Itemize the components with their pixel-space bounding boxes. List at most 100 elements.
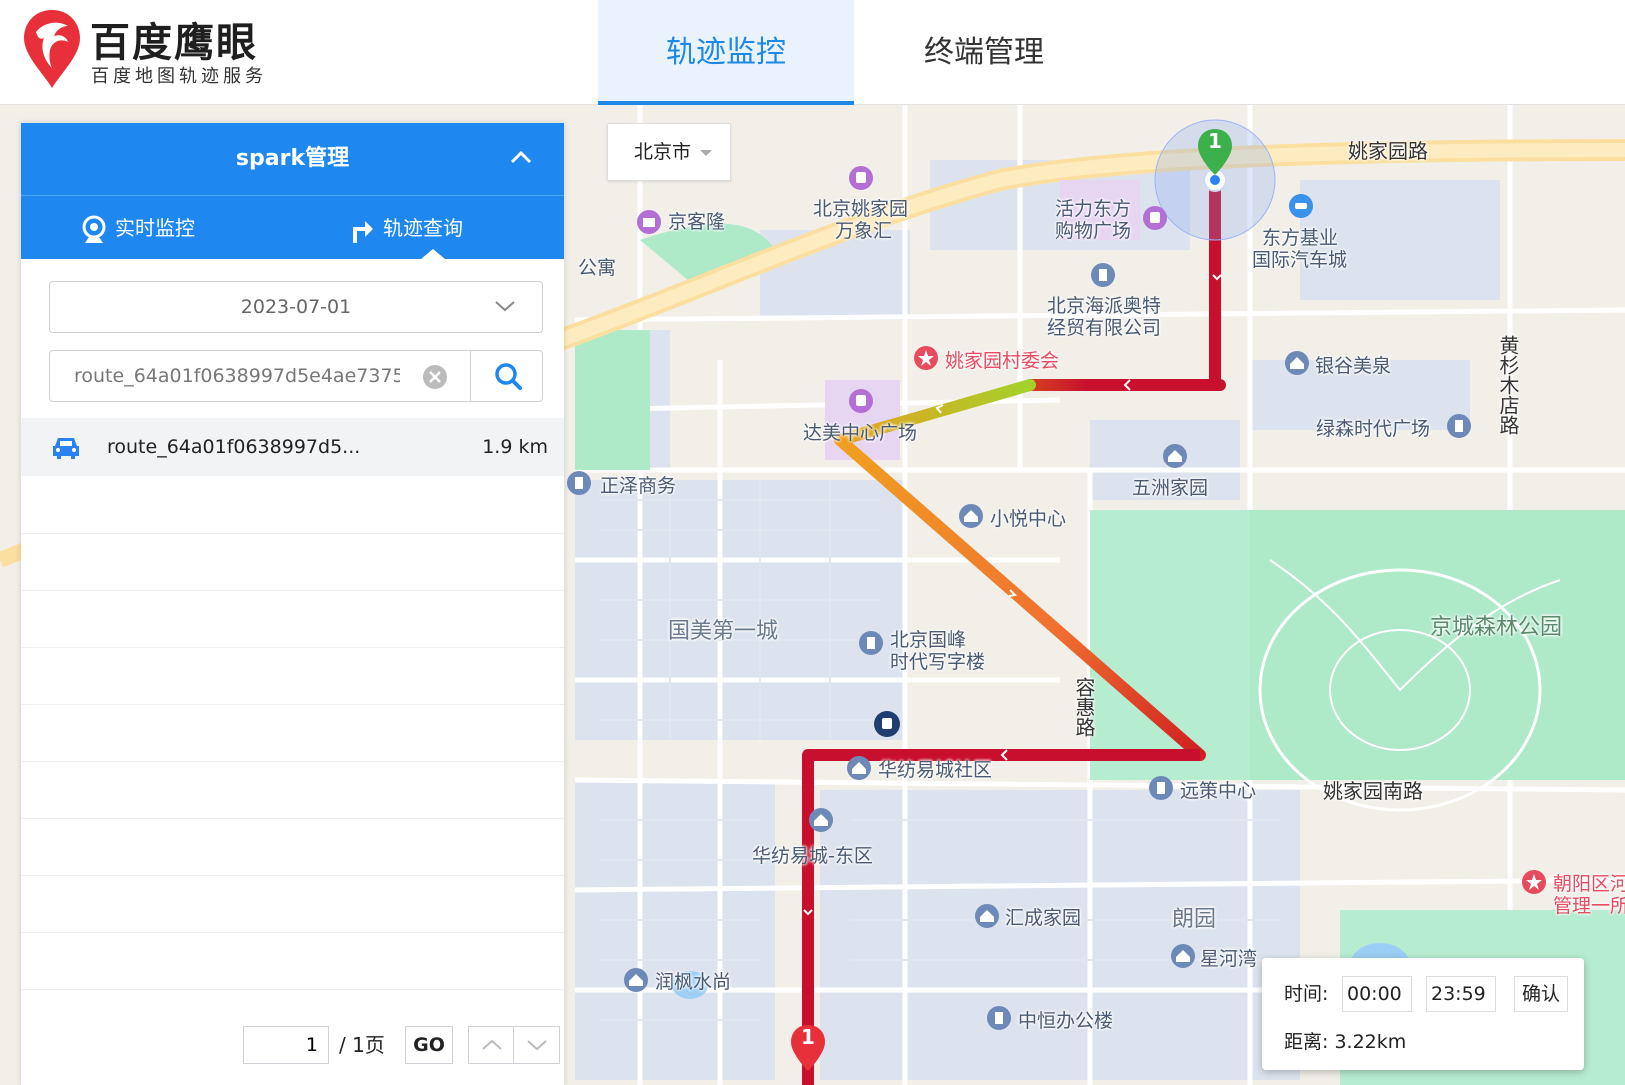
map-label-poi[interactable]: 经贸有限公司 [1047, 317, 1161, 339]
office-building-icon[interactable] [986, 1005, 1012, 1035]
map-label-poi[interactable]: 时代写字楼 [890, 651, 985, 673]
page-number-input[interactable]: 1 [243, 1026, 329, 1064]
divider [21, 761, 564, 762]
chevron-down-icon [495, 301, 515, 312]
bus-stop-icon[interactable] [873, 710, 901, 738]
shopping-mall-icon[interactable] [848, 165, 874, 195]
map-label-poi[interactable]: 公寓 [578, 257, 616, 279]
residential-icon[interactable] [623, 967, 649, 997]
map-label-road: 黄杉木店路 [1496, 335, 1520, 435]
confirm-button[interactable]: 确认 [1514, 976, 1568, 1012]
residential-icon[interactable] [974, 903, 1000, 933]
map-label-poi[interactable]: 姚家园村委会 [945, 350, 1059, 372]
shopping-mall-icon[interactable] [848, 388, 874, 418]
office-building-icon[interactable] [1090, 262, 1116, 292]
end-time-input[interactable]: 23:59 [1426, 976, 1496, 1012]
chevron-down-icon [527, 1040, 547, 1051]
date-picker[interactable]: 2023-07-01 [49, 281, 543, 333]
map-label-poi[interactable]: 北京海派奥特 [1047, 295, 1161, 317]
prev-page-button[interactable] [468, 1026, 514, 1064]
divider [21, 932, 564, 933]
tab-track-monitor[interactable]: 轨迹监控 [598, 0, 854, 105]
map-label-area: 国美第一城 [668, 619, 779, 644]
residential-icon[interactable] [1162, 443, 1188, 473]
chevron-up-icon [482, 1039, 502, 1050]
map-label-poi[interactable]: 润枫水尚 [655, 971, 731, 993]
map-label-poi[interactable]: 星河湾 [1200, 948, 1257, 970]
divider [21, 704, 564, 705]
list-item[interactable]: route_64a01f0638997d5... 1.9 km [21, 418, 564, 476]
time-label: 时间: [1284, 983, 1329, 1005]
search-button[interactable] [471, 351, 543, 401]
map-label-poi[interactable]: 朝阳区河 [1553, 873, 1625, 895]
city-select-value: 北京市 [634, 141, 692, 163]
map-label-road: 姚家园路 [1348, 139, 1428, 163]
map-label-poi[interactable]: 小悦中心 [990, 508, 1066, 530]
map-label-poi[interactable]: 银谷美泉 [1315, 355, 1391, 377]
residential-icon[interactable] [1284, 350, 1310, 380]
car-icon [53, 438, 79, 459]
eagle-logo-icon [24, 10, 80, 88]
map-label-poi[interactable]: 北京国峰 [890, 629, 966, 651]
office-building-icon[interactable] [1446, 413, 1472, 443]
shop-icon[interactable] [636, 209, 662, 239]
government-star-icon[interactable] [1521, 869, 1547, 899]
map-label-poi[interactable]: 东方基业 [1262, 227, 1338, 249]
go-button[interactable]: GO [405, 1026, 453, 1064]
residential-icon[interactable] [958, 503, 984, 533]
city-select[interactable]: 北京市 [607, 123, 731, 181]
tab-terminal-management[interactable]: 终端管理 [856, 0, 1112, 105]
map-label-poi[interactable]: 北京姚家园 [813, 198, 908, 220]
map-label-poi[interactable]: 京客隆 [668, 211, 725, 233]
map-label-poi[interactable]: 华纺易城社区 [878, 759, 992, 781]
car-service-icon[interactable] [1288, 193, 1314, 223]
map-label-poi[interactable]: 五洲家园 [1132, 477, 1208, 499]
office-building-icon[interactable] [1148, 775, 1174, 805]
map-label-poi[interactable]: 管理一所 [1553, 895, 1625, 917]
residential-icon[interactable] [808, 807, 834, 837]
divider [21, 989, 564, 990]
turn-arrow-icon [353, 220, 373, 243]
map-label-poi[interactable]: 国际汽车城 [1252, 249, 1347, 271]
search-input[interactable] [60, 351, 400, 401]
tab-track-label: 轨迹查询 [383, 216, 463, 240]
map-label-poi[interactable]: 绿森时代广场 [1316, 418, 1430, 440]
map-label-poi[interactable]: 万象汇 [835, 220, 892, 242]
map-label-road: 姚家园南路 [1323, 779, 1423, 803]
map-label-poi[interactable]: 汇成家园 [1005, 907, 1081, 929]
divider [21, 818, 564, 819]
office-building-icon[interactable] [566, 470, 592, 500]
start-marker-label: 1 [1208, 129, 1222, 153]
map-label-poi[interactable]: 华纺易城-东区 [752, 845, 873, 867]
time-filter-panel: 时间: 00:00 23:59 确认 距离: 3.22km [1262, 958, 1584, 1070]
map-label-road: 容惠路 [1072, 677, 1096, 737]
tab-realtime-monitor[interactable]: 实时监控 [81, 196, 195, 260]
residential-icon[interactable] [846, 755, 872, 785]
map-label-poi[interactable]: 达美中心广场 [803, 422, 917, 444]
top-header: 百度鹰眼 百度地图轨迹服务 轨迹监控 终端管理 [0, 0, 1625, 105]
office-building-icon[interactable] [858, 630, 884, 660]
route-search [49, 350, 543, 402]
residential-icon[interactable] [1170, 943, 1196, 973]
divider [21, 875, 564, 876]
route-distance: 1.9 km [482, 436, 548, 458]
tab-track-query[interactable]: 轨迹查询 [351, 196, 463, 260]
search-icon [495, 363, 522, 390]
panel-tabs: 实时监控 轨迹查询 [21, 195, 564, 259]
logo-subtitle: 百度地图轨迹服务 [91, 66, 267, 87]
next-page-button[interactable] [514, 1026, 560, 1064]
map-label-poi[interactable]: 中恒办公楼 [1018, 1010, 1113, 1032]
map-label-poi[interactable]: 活力东方 [1055, 198, 1131, 220]
government-star-icon[interactable] [913, 345, 939, 375]
start-time-input[interactable]: 00:00 [1342, 976, 1412, 1012]
map-label-poi[interactable]: 正泽商务 [600, 475, 676, 497]
divider [21, 590, 564, 591]
shopping-mall-icon[interactable] [1142, 205, 1168, 235]
page-total: / 1页 [339, 1033, 385, 1057]
chevron-down-icon [700, 150, 712, 156]
chevron-up-icon[interactable] [508, 145, 534, 171]
active-tab-indicator [421, 249, 445, 259]
clear-icon[interactable] [422, 364, 448, 390]
map-label-poi[interactable]: 购物广场 [1055, 220, 1131, 242]
map-label-poi[interactable]: 远策中心 [1180, 780, 1256, 802]
